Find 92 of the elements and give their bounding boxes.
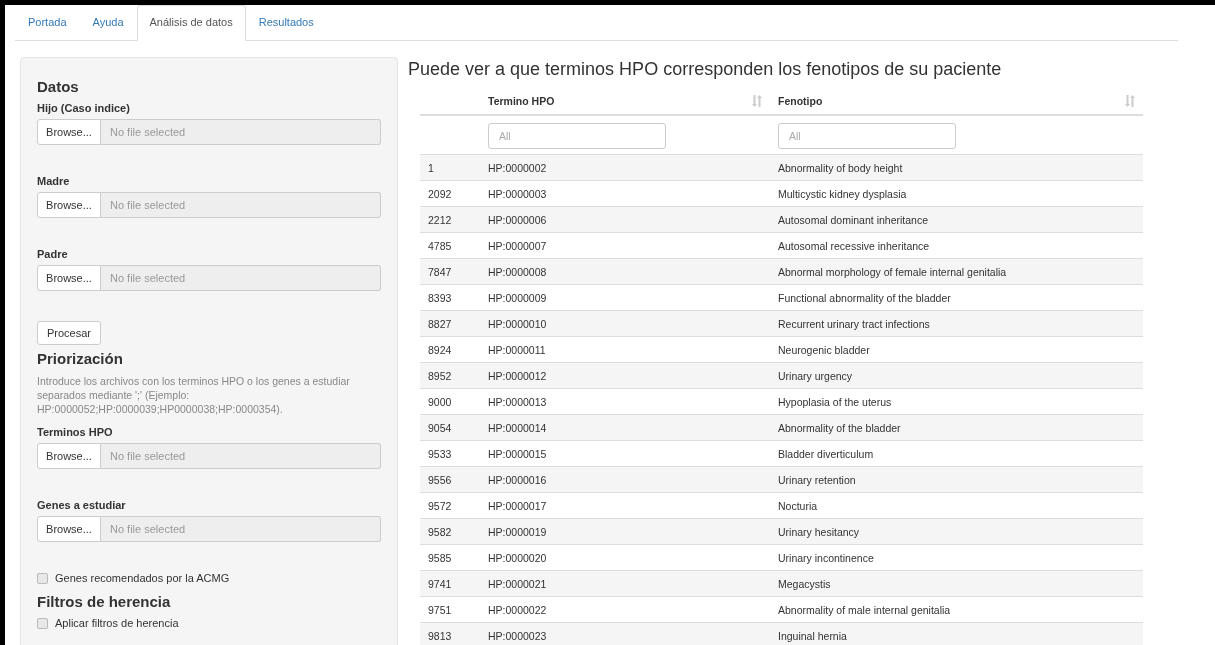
file-name-field[interactable]: No file selected [101, 443, 381, 469]
table-cell: Recurrent urinary tract infections [770, 310, 1143, 337]
process-button[interactable]: Procesar [37, 321, 102, 345]
table-cell: Neurogenic bladder [770, 336, 1143, 363]
table-cell: HP:0000022 [480, 596, 770, 623]
section-heading: Priorización [37, 350, 124, 367]
checkbox-label: Genes recomendados por la ACMG [55, 572, 230, 584]
table-cell: 8924 [420, 336, 480, 363]
page-title: Puede ver a que terminos HPO corresponden los fenotipos de su paciente [408, 59, 1003, 80]
column-header[interactable]: Termino HPO [488, 95, 555, 107]
table-cell: Urinary urgency [770, 362, 1143, 389]
table-cell: Inguinal hernia [770, 622, 1143, 645]
help-text: Introduce los archivos con los terminos HPO o los genes a estudiar separados mediante ';' (Ejemplo: HP:0000052;HP:0000039;HP0000038;HP:0000354). [37, 374, 351, 416]
section-heading: Filtros de herencia [37, 593, 172, 610]
table-cell: 7847 [420, 258, 480, 285]
browse-button[interactable]: Browse... [37, 516, 101, 542]
table-cell: HP:0000023 [480, 622, 770, 645]
table-cell: HP:0000021 [480, 570, 770, 597]
sort-icon[interactable] [752, 95, 762, 107]
table-cell: HP:0000009 [480, 284, 770, 311]
table-cell: 9813 [420, 622, 480, 645]
file-name-field[interactable]: No file selected [101, 192, 381, 218]
table-cell: HP:0000003 [480, 180, 770, 207]
table-cell: 9000 [420, 388, 480, 415]
table-cell: Autosomal recessive inheritance [770, 232, 1143, 259]
table-cell: HP:0000008 [480, 258, 770, 285]
sort-icon[interactable] [1125, 95, 1135, 107]
table-cell: Hypoplasia of the uterus [770, 388, 1143, 415]
nav-tab[interactable]: Portada [15, 5, 80, 41]
table-cell: Urinary retention [770, 466, 1143, 493]
field-label: Padre [37, 248, 69, 260]
browse-button[interactable]: Browse... [37, 119, 101, 145]
table-cell: HP:0000006 [480, 206, 770, 233]
file-name-field[interactable]: No file selected [101, 119, 381, 145]
table-cell: Megacystis [770, 570, 1143, 597]
section-heading: Datos [37, 78, 80, 95]
table-cell: Nocturia [770, 492, 1143, 519]
table-cell: HP:0000012 [480, 362, 770, 389]
table-cell: 8827 [420, 310, 480, 337]
field-label: Madre [37, 175, 71, 187]
table-cell: 9556 [420, 466, 480, 493]
table-cell: HP:0000016 [480, 466, 770, 493]
table-cell: 2212 [420, 206, 480, 233]
nav-tab[interactable]: Resultados [245, 5, 327, 41]
checkbox[interactable] [37, 572, 48, 584]
field-label: Hijo (Caso indice) [37, 102, 131, 114]
checkbox[interactable] [37, 617, 48, 629]
table-cell: Urinary incontinence [770, 544, 1143, 571]
nav-tab[interactable]: Análisis de datos [136, 5, 246, 41]
checkbox-label: Aplicar filtros de herencia [55, 617, 179, 629]
table-cell: 9585 [420, 544, 480, 571]
table-cell: HP:0000007 [480, 232, 770, 259]
table-cell: Autosomal dominant inheritance [770, 206, 1143, 233]
table-cell: 9751 [420, 596, 480, 623]
table-cell: 4785 [420, 232, 480, 259]
table-cell: Multicystic kidney dysplasia [770, 180, 1143, 207]
table-cell: 9572 [420, 492, 480, 519]
table-cell: 1 [420, 154, 480, 181]
table-cell: HP:0000020 [480, 544, 770, 571]
table-cell: 9533 [420, 440, 480, 467]
column-filter-field[interactable]: All [488, 123, 666, 149]
browse-button[interactable]: Browse... [37, 443, 101, 469]
field-label: Genes a estudiar [37, 499, 127, 511]
column-filter-field[interactable]: All [778, 123, 956, 149]
table-cell: Bladder diverticulum [770, 440, 1143, 467]
table-cell: HP:0000002 [480, 154, 770, 181]
table-cell: HP:0000010 [480, 310, 770, 337]
table-cell: 8393 [420, 284, 480, 311]
browse-button[interactable]: Browse... [37, 265, 101, 291]
table-cell: Abnormality of the bladder [770, 414, 1143, 441]
column-header[interactable]: Fenotipo [778, 95, 823, 107]
table-cell: 8952 [420, 362, 480, 389]
table-cell: HP:0000019 [480, 518, 770, 545]
table-cell: 2092 [420, 180, 480, 207]
file-name-field[interactable]: No file selected [101, 265, 381, 291]
table-cell: Abnormality of body height [770, 154, 1143, 181]
table-cell: 9582 [420, 518, 480, 545]
nav-tab[interactable]: Ayuda [79, 5, 137, 41]
table-cell: 9054 [420, 414, 480, 441]
file-name-field[interactable]: No file selected [101, 516, 381, 542]
table-cell: 9741 [420, 570, 480, 597]
table-cell: Abnormal morphology of female internal genitalia [770, 258, 1143, 285]
browse-button[interactable]: Browse... [37, 192, 101, 218]
table-cell: HP:0000017 [480, 492, 770, 519]
table-cell: Urinary hesitancy [770, 518, 1143, 545]
table-cell: HP:0000013 [480, 388, 770, 415]
table-cell: Abnormality of male internal genitalia [770, 596, 1143, 623]
table-cell: Functional abnormality of the bladder [770, 284, 1143, 311]
table-cell: HP:0000014 [480, 414, 770, 441]
field-label: Terminos HPO [37, 426, 114, 438]
table-cell: HP:0000011 [480, 336, 770, 363]
table-cell: HP:0000015 [480, 440, 770, 467]
